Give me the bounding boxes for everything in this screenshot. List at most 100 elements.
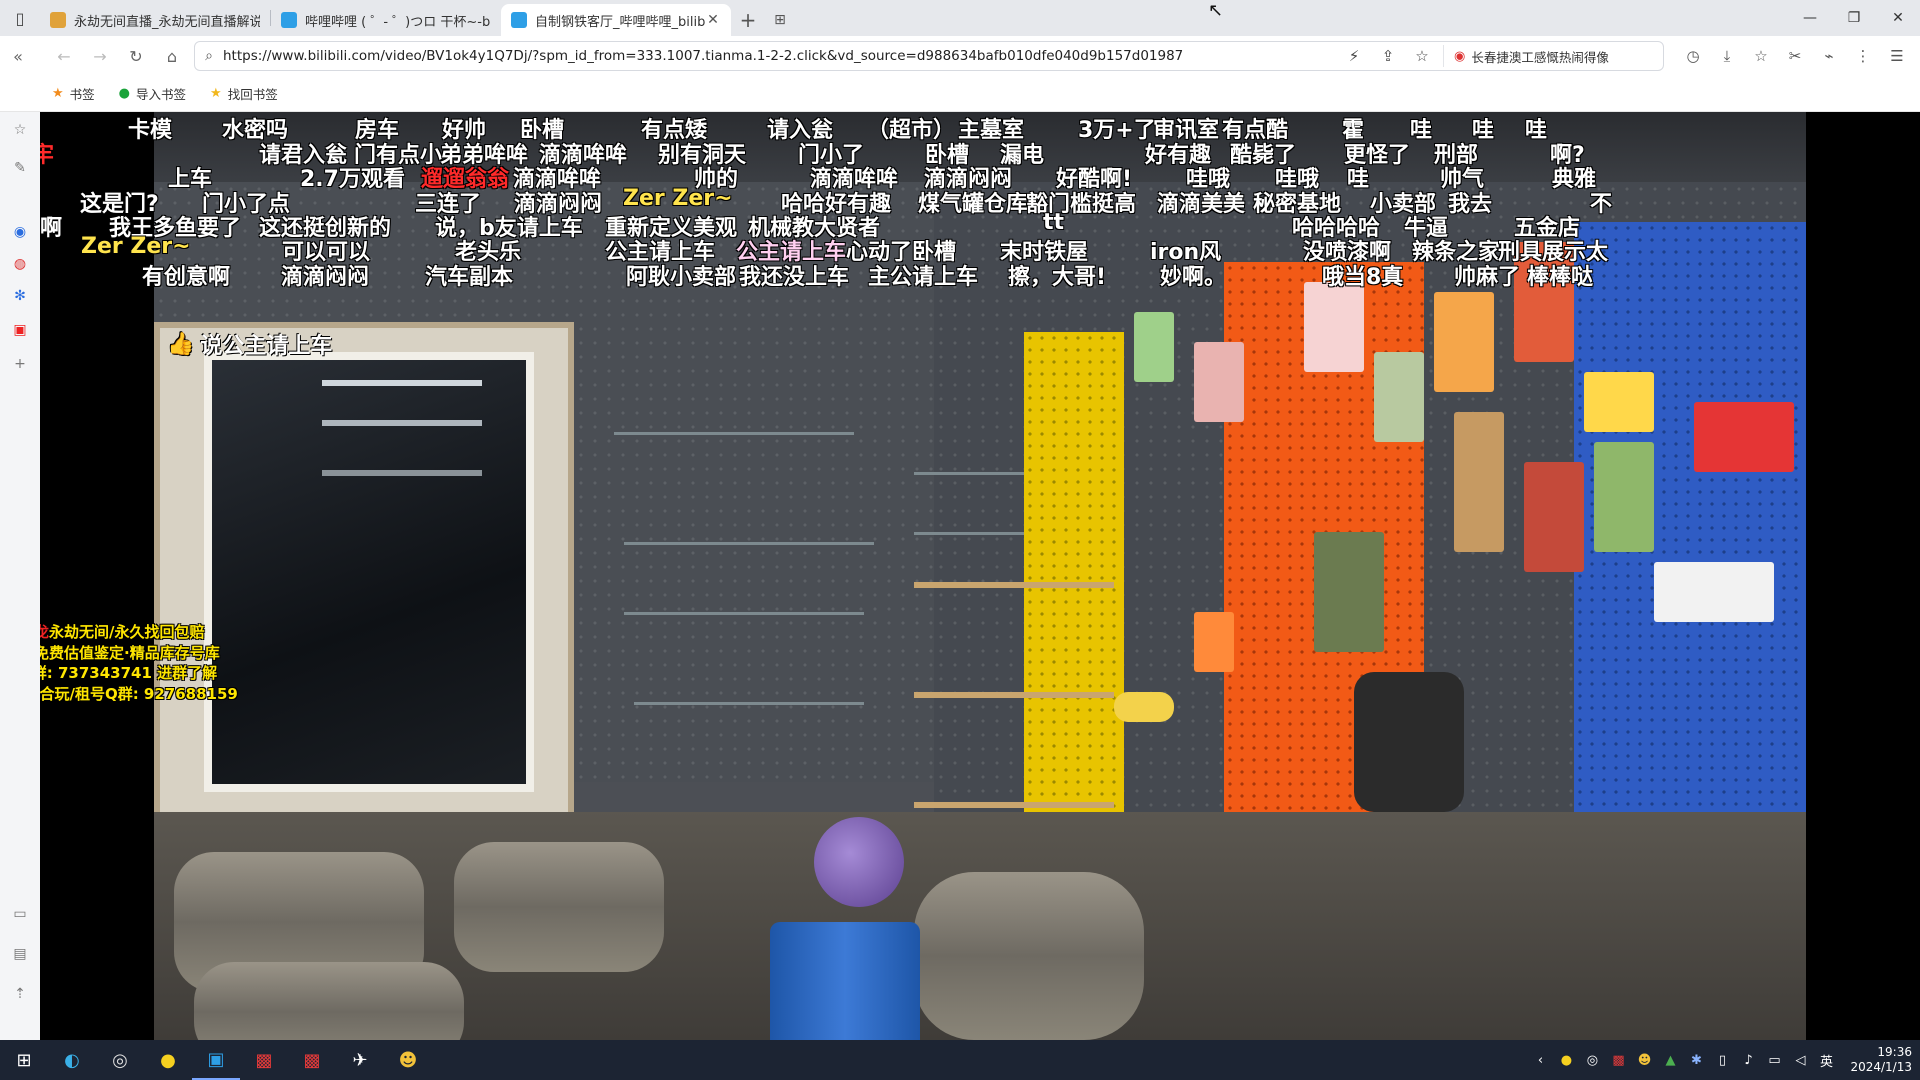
lightning-icon[interactable]: ⚡ xyxy=(1341,47,1367,65)
tool-rod xyxy=(634,702,864,705)
share-icon[interactable]: ⇪ xyxy=(1375,47,1401,65)
collections-star-icon[interactable]: ☆ xyxy=(1746,47,1776,65)
clock[interactable]: 19:36 2024/1/13 xyxy=(1850,1045,1912,1075)
add-icon[interactable]: + xyxy=(8,352,32,376)
url-text[interactable]: https://www.bilibili.com/video/BV1ok4y1Q… xyxy=(223,48,1341,64)
close-window-icon[interactable]: ✕ xyxy=(1876,0,1920,36)
tab-0[interactable]: 永劫无间直播_永劫无间直播解说视 xyxy=(40,4,270,36)
tray-steam-icon[interactable]: ◎ xyxy=(1582,1053,1602,1068)
tab-1[interactable]: 哔哩哔哩 ( ゜- ゜)つロ 干杯~-bili xyxy=(271,4,501,36)
bookmark-label: 书签 xyxy=(69,87,95,102)
tool-rod xyxy=(614,432,854,435)
app-icon[interactable]: ◍ xyxy=(8,252,32,276)
steam-icon[interactable]: ◎ xyxy=(96,1040,144,1080)
bananas xyxy=(1114,692,1174,722)
tool-rod xyxy=(624,542,874,545)
pin-icon[interactable]: ⇡ xyxy=(8,982,32,1006)
liked-comment: 👍 说公主请上车 xyxy=(167,328,332,360)
bluetooth-icon[interactable]: ✱ xyxy=(1686,1053,1706,1068)
purple-robot-ornament xyxy=(814,817,904,907)
bookmark-label: 找回书签 xyxy=(227,87,278,102)
back-button[interactable]: ← xyxy=(46,36,82,76)
windows-start-icon[interactable]: ⊞ xyxy=(0,1040,48,1080)
suggestion-text: 长春捷澳工感慨热闹得像 xyxy=(1471,49,1609,65)
clock-date: 2024/1/13 xyxy=(1850,1060,1912,1074)
red-app-icon[interactable]: ▣ xyxy=(8,318,32,342)
bookmark-item[interactable]: ● 导入书签 xyxy=(119,84,186,103)
tray-owl-icon[interactable]: ☻ xyxy=(1634,1053,1654,1068)
snack-pack xyxy=(1584,372,1654,432)
restore-icon[interactable]: ❐ xyxy=(1832,0,1876,36)
favorites-star-icon[interactable]: ☆ xyxy=(8,118,32,142)
game-app-icon[interactable]: ▩ xyxy=(240,1040,288,1080)
video-player[interactable]: 卡模 水密吗 房车 好帅 卧槽 有点矮 请入瓮 （超市） 主墓室 3万+了 审讯室 有点酷霍哇哇哇牢请… xyxy=(40,112,1920,1040)
owl-app-icon[interactable]: ☻ xyxy=(384,1040,432,1080)
ime-indicator[interactable]: 英 xyxy=(1816,1051,1836,1070)
promo-line-2: 账号免费估值鉴定·精品库存号库 xyxy=(40,643,220,662)
volume-icon[interactable]: ◁ xyxy=(1790,1053,1810,1068)
pen-icon[interactable]: ✎ xyxy=(8,156,32,180)
close-tab-icon[interactable]: ✕ xyxy=(705,12,721,28)
screenshot-scissors-icon[interactable]: ✂ xyxy=(1780,47,1810,65)
favorite-star-icon[interactable]: ☆ xyxy=(1409,47,1435,65)
bookmark-item[interactable]: ★ 找回书签 xyxy=(210,84,278,103)
shelf xyxy=(914,582,1114,588)
reload-button[interactable]: ↻ xyxy=(118,36,154,76)
video-frame xyxy=(154,112,1806,1040)
snack-pack xyxy=(1514,242,1574,362)
snack-pack xyxy=(1304,282,1364,372)
window-controls: — ❐ ✕ xyxy=(1788,0,1920,36)
hamburger-menu-icon[interactable]: ☰ xyxy=(1882,47,1912,65)
bilibili-app-icon[interactable]: ▣ xyxy=(192,1040,240,1080)
liked-comment-text: 说公主请上车 xyxy=(200,334,333,359)
collapse-sidebar-icon[interactable]: « xyxy=(0,36,36,76)
microphone-icon[interactable]: ♪ xyxy=(1738,1053,1758,1068)
swallow-app-icon[interactable]: ✈ xyxy=(336,1040,384,1080)
snack-pack xyxy=(1194,612,1234,672)
promo-line-1-text: 永劫无间/永久找回包赔 xyxy=(49,623,205,641)
more-menu-icon[interactable]: ⋮ xyxy=(1848,47,1878,65)
snack-pack xyxy=(1374,352,1424,442)
edge-browser-icon[interactable]: ◐ xyxy=(48,1040,96,1080)
tray-app-icon[interactable]: ● xyxy=(1556,1053,1576,1068)
address-bar[interactable]: ⌕ https://www.bilibili.com/video/BV1ok4y… xyxy=(194,41,1664,71)
lime-app-icon[interactable]: ● xyxy=(144,1040,192,1080)
forward-button[interactable]: → xyxy=(82,36,118,76)
screen-icon[interactable]: ▭ xyxy=(8,902,32,926)
usb-icon[interactable]: ▯ xyxy=(1712,1053,1732,1068)
star-icon: ★ xyxy=(210,86,222,101)
star-icon: ★ xyxy=(52,86,64,101)
search-suggestion[interactable]: ◉ 长春捷澳工感慨热闹得像 xyxy=(1443,45,1663,67)
search-icon: ⌕ xyxy=(205,48,213,64)
game-app-icon-2[interactable]: ▩ xyxy=(288,1040,336,1080)
bookmark-label: 导入书签 xyxy=(136,87,187,102)
tab-title: 永劫无间直播_永劫无间直播解说视 xyxy=(74,14,260,30)
window-glass xyxy=(204,352,534,792)
download-icon[interactable]: ⤓ xyxy=(1712,47,1742,65)
snack-pack xyxy=(1594,442,1654,552)
tab-2-active[interactable]: 自制钢铁客厅_哔哩哔哩_bilibili ✕ xyxy=(501,4,731,36)
home-button[interactable]: ⌂ xyxy=(154,36,190,76)
danmaku-comment: 这是门? xyxy=(80,192,159,217)
bilibili-tv-icon xyxy=(281,12,297,28)
tray-nvidia-icon[interactable]: ▲ xyxy=(1660,1053,1680,1068)
network-icon[interactable]: ▭ xyxy=(1764,1053,1784,1068)
toolbar-right: ◷ ⤓ ☆ ✂ ⌁ ⋮ ☰ xyxy=(1678,36,1912,76)
tab-overview-icon[interactable]: ⊞ xyxy=(765,4,795,36)
paw-icon[interactable]: ✻ xyxy=(8,284,32,308)
history-icon[interactable]: ◷ xyxy=(1678,47,1708,65)
tray-arrow-icon[interactable]: ‹ xyxy=(1530,1053,1550,1068)
new-tab-button[interactable]: + xyxy=(731,4,765,36)
extension-icon[interactable]: ⌁ xyxy=(1814,47,1844,65)
snack-pack xyxy=(1434,292,1494,392)
search-app-icon[interactable]: ◉ xyxy=(8,220,32,244)
archive-icon[interactable]: ▤ xyxy=(8,942,32,966)
minimize-icon[interactable]: — xyxy=(1788,0,1832,36)
blue-barrel xyxy=(770,922,920,1040)
sidebar-toggle-icon[interactable]: ▯ xyxy=(0,0,40,36)
snack-pack xyxy=(1694,402,1794,472)
search-engine-icon: ◉ xyxy=(1454,48,1466,64)
browser-window: ▯ 永劫无间直播_永劫无间直播解说视 哔哩哔哩 ( ゜- ゜)つロ 干杯~-bi… xyxy=(0,0,1920,1080)
bookmark-item[interactable]: ★ 书签 xyxy=(52,84,95,103)
tray-game-icon[interactable]: ▩ xyxy=(1608,1053,1628,1068)
